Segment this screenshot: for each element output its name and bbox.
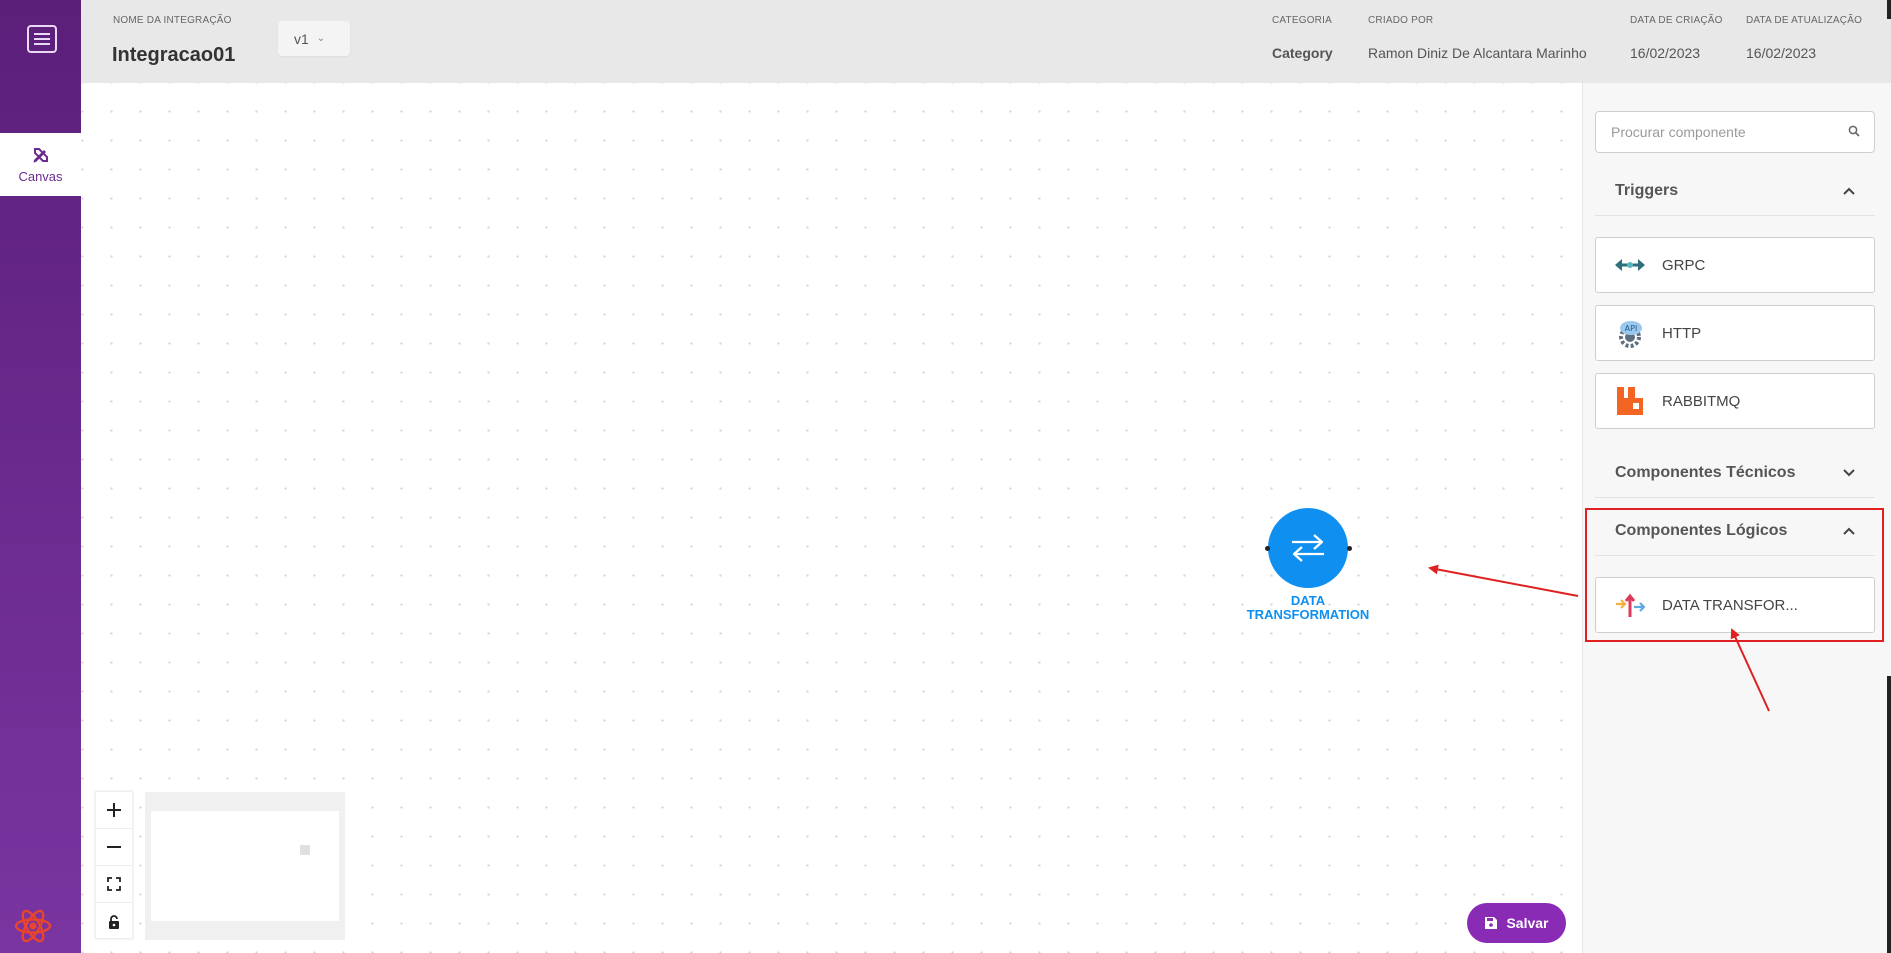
- scrollbar-edge: [1887, 676, 1891, 953]
- component-name: DATA TRANSFOR...: [1662, 596, 1798, 614]
- react-atom-icon: [14, 909, 52, 943]
- lock-icon: [109, 914, 119, 929]
- plus-icon: [107, 803, 121, 817]
- category-label: CATEGORIA: [1272, 15, 1332, 26]
- sidebar-item-label: Canvas: [18, 169, 63, 184]
- rabbitmq-icon: [1617, 387, 1643, 415]
- fit-view-button[interactable]: [96, 866, 132, 903]
- section-title: Triggers: [1615, 181, 1679, 199]
- canvas-controls: [95, 791, 133, 939]
- node-label-line1: DATA: [1290, 593, 1326, 608]
- section-componentes-tecnicos[interactable]: Componentes Técnicos: [1595, 448, 1875, 498]
- minimap-viewport: [151, 811, 339, 921]
- integration-name: Integracao01: [112, 44, 236, 66]
- created-by-label: CRIADO POR: [1368, 15, 1434, 26]
- created-by-value: Ramon Diniz De Alcantara Marinho: [1368, 45, 1587, 61]
- chevron-down-icon: [1843, 468, 1855, 476]
- section-componentes-logicos[interactable]: Componentes Lógicos: [1595, 506, 1875, 556]
- minimap[interactable]: [145, 792, 345, 940]
- minus-icon: [107, 846, 121, 848]
- node-label-line2: TRANSFORMATION: [1246, 607, 1370, 622]
- version-value: v1: [294, 30, 309, 47]
- chevron-down-icon: ⌄: [316, 33, 326, 44]
- component-name: RABBITMQ: [1662, 392, 1741, 410]
- api-gear-icon: API: [1619, 321, 1642, 348]
- integration-name-label: NOME DA INTEGRAÇÃO: [113, 15, 232, 26]
- section-title: Componentes Lógicos: [1615, 521, 1788, 539]
- grpc-icon: [1615, 259, 1645, 271]
- component-rabbitmq[interactable]: RABBITMQ: [1595, 373, 1875, 429]
- search-icon[interactable]: [1848, 125, 1860, 137]
- component-name: HTTP: [1662, 324, 1702, 342]
- integration-header: NOME DA INTEGRAÇÃO Integracao01 v1 ⌄ CAT…: [81, 0, 1891, 83]
- section-triggers[interactable]: Triggers: [1595, 166, 1875, 216]
- sidebar-item-canvas[interactable]: Canvas: [0, 133, 81, 196]
- lock-button[interactable]: [96, 903, 132, 940]
- component-panel: Triggers GRPC API HTTP: [1582, 83, 1891, 953]
- svg-text:API: API: [1625, 324, 1638, 333]
- created-date-label: DATA DE CRIAÇÃO: [1630, 15, 1723, 26]
- hamburger-menu-icon[interactable]: [27, 25, 57, 53]
- data-transform-icon: [1616, 593, 1645, 617]
- fullscreen-icon: [107, 877, 121, 891]
- category-value: Category: [1272, 45, 1333, 61]
- updated-date-value: 16/02/2023: [1746, 45, 1817, 61]
- created-date-value: 16/02/2023: [1630, 45, 1701, 61]
- component-http[interactable]: API HTTP: [1595, 305, 1875, 361]
- zoom-out-button[interactable]: [96, 829, 132, 866]
- version-select[interactable]: v1 ⌄: [278, 21, 350, 56]
- zoom-in-button[interactable]: [96, 792, 132, 829]
- chevron-up-icon: [1843, 527, 1855, 535]
- node-input-handle[interactable]: [1265, 546, 1270, 551]
- swap-arrows-icon: [1292, 534, 1324, 562]
- component-name: GRPC: [1662, 256, 1706, 274]
- pencil-ruler-icon: [33, 148, 48, 163]
- data-transformation-node[interactable]: [1268, 508, 1348, 588]
- node-label: DATA TRANSFORMATION: [1218, 594, 1398, 622]
- updated-date-label: DATA DE ATUALIZAÇÃO: [1746, 15, 1863, 26]
- node-output-handle[interactable]: [1347, 546, 1352, 551]
- component-data-transformation[interactable]: DATA TRANSFOR...: [1595, 577, 1875, 633]
- component-search: [1595, 111, 1875, 153]
- search-input[interactable]: [1596, 112, 1836, 152]
- section-title: Componentes Técnicos: [1615, 463, 1796, 481]
- chevron-up-icon: [1843, 187, 1855, 195]
- scrollbar-edge: [1887, 0, 1891, 19]
- minimap-node: [300, 845, 310, 855]
- left-sidebar: Canvas: [0, 0, 81, 953]
- save-label: Salvar: [1506, 915, 1549, 931]
- component-grpc[interactable]: GRPC: [1595, 237, 1875, 293]
- floppy-disk-icon: [1485, 917, 1498, 929]
- save-button[interactable]: Salvar: [1467, 903, 1566, 943]
